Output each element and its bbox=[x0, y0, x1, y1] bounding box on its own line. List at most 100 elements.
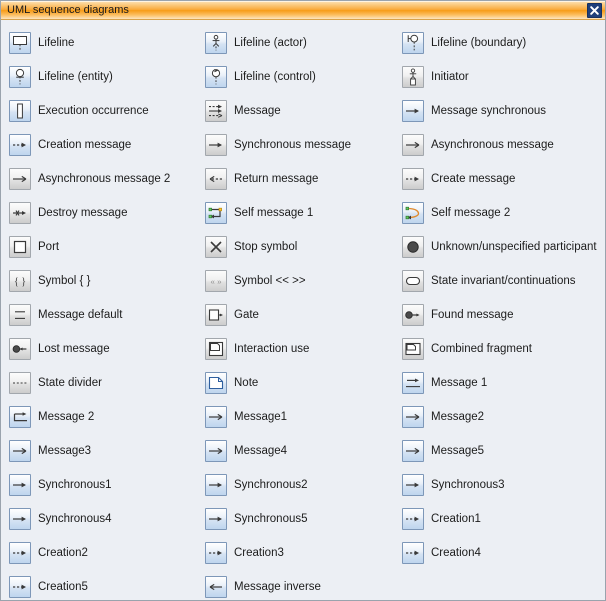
palette-item[interactable]: Execution occurrence bbox=[9, 94, 205, 128]
message-2-icon[interactable] bbox=[9, 406, 31, 428]
message2-icon[interactable] bbox=[402, 406, 424, 428]
palette-item[interactable]: Message4 bbox=[205, 434, 402, 468]
palette-item[interactable]: Message3 bbox=[9, 434, 205, 468]
palette-item[interactable]: { } Symbol { } bbox=[9, 264, 205, 298]
lifeline-control-icon[interactable] bbox=[205, 66, 227, 88]
palette-item[interactable]: Synchronous message bbox=[205, 128, 402, 162]
state-divider-icon[interactable] bbox=[9, 372, 31, 394]
palette-item[interactable]: Message bbox=[205, 94, 402, 128]
create-message-icon[interactable] bbox=[402, 168, 424, 190]
creation4-icon[interactable] bbox=[402, 542, 424, 564]
combined-fragment-icon[interactable] bbox=[402, 338, 424, 360]
palette-item[interactable]: Creation3 bbox=[205, 536, 402, 570]
close-icon[interactable] bbox=[587, 3, 602, 18]
palette-item[interactable]: Asynchronous message 2 bbox=[9, 162, 205, 196]
palette-item[interactable]: Creation1 bbox=[402, 502, 605, 536]
port-icon[interactable] bbox=[9, 236, 31, 258]
palette-item[interactable]: « » Symbol << >> bbox=[205, 264, 402, 298]
palette-item[interactable]: Found message bbox=[402, 298, 605, 332]
creation1-icon[interactable] bbox=[402, 508, 424, 530]
palette-item[interactable]: Lifeline (entity) bbox=[9, 60, 205, 94]
palette-item[interactable]: Synchronous3 bbox=[402, 468, 605, 502]
initiator-icon[interactable] bbox=[402, 66, 424, 88]
palette-item[interactable]: State invariant/continuations bbox=[402, 264, 605, 298]
palette-item[interactable]: Creation5 bbox=[9, 570, 205, 600]
palette-item[interactable]: Lifeline bbox=[9, 26, 205, 60]
creation3-icon[interactable] bbox=[205, 542, 227, 564]
execution-occurrence-icon[interactable] bbox=[9, 100, 31, 122]
creation5-icon[interactable] bbox=[9, 576, 31, 598]
palette-item[interactable]: Synchronous5 bbox=[205, 502, 402, 536]
palette-item[interactable]: Message5 bbox=[402, 434, 605, 468]
synchronous5-icon[interactable] bbox=[205, 508, 227, 530]
palette-item[interactable]: Initiator bbox=[402, 60, 605, 94]
palette-item[interactable]: Synchronous4 bbox=[9, 502, 205, 536]
palette-item[interactable]: Synchronous2 bbox=[205, 468, 402, 502]
palette-item[interactable]: Creation message bbox=[9, 128, 205, 162]
message-icon[interactable] bbox=[205, 100, 227, 122]
palette-item[interactable]: Note bbox=[205, 366, 402, 400]
creation2-icon[interactable] bbox=[9, 542, 31, 564]
destroy-message-icon[interactable] bbox=[9, 202, 31, 224]
palette-item[interactable]: Synchronous1 bbox=[9, 468, 205, 502]
palette-item[interactable]: Message2 bbox=[402, 400, 605, 434]
message-inverse-icon[interactable] bbox=[205, 576, 227, 598]
palette-item[interactable]: Self message 1 bbox=[205, 196, 402, 230]
synchronous-message-icon[interactable] bbox=[205, 134, 227, 156]
palette-item[interactable]: Creation4 bbox=[402, 536, 605, 570]
palette-item[interactable]: Message1 bbox=[205, 400, 402, 434]
palette-item[interactable]: Message 1 bbox=[402, 366, 605, 400]
palette-item[interactable]: Destroy message bbox=[9, 196, 205, 230]
self-message-2-icon[interactable] bbox=[402, 202, 424, 224]
lost-message-icon[interactable] bbox=[9, 338, 31, 360]
message3-icon[interactable] bbox=[9, 440, 31, 462]
palette-item[interactable]: State divider bbox=[9, 366, 205, 400]
palette-item[interactable]: Port bbox=[9, 230, 205, 264]
palette-item[interactable]: Message default bbox=[9, 298, 205, 332]
palette-item[interactable]: Stop symbol bbox=[205, 230, 402, 264]
synchronous4-icon[interactable] bbox=[9, 508, 31, 530]
state-invariant-icon[interactable] bbox=[402, 270, 424, 292]
synchronous1-icon[interactable] bbox=[9, 474, 31, 496]
message5-icon[interactable] bbox=[402, 440, 424, 462]
stop-symbol-icon[interactable] bbox=[205, 236, 227, 258]
lifeline-boundary-icon[interactable] bbox=[402, 32, 424, 54]
palette-item[interactable]: Unknown/unspecified participant bbox=[402, 230, 605, 264]
lifeline-entity-icon[interactable] bbox=[9, 66, 31, 88]
note-icon[interactable] bbox=[205, 372, 227, 394]
creation-message-icon[interactable] bbox=[9, 134, 31, 156]
palette-item[interactable]: Return message bbox=[205, 162, 402, 196]
palette-item[interactable]: Message synchronous bbox=[402, 94, 605, 128]
palette-item[interactable]: Interaction use bbox=[205, 332, 402, 366]
palette-item[interactable]: Lifeline (boundary) bbox=[402, 26, 605, 60]
lifeline-icon[interactable] bbox=[9, 32, 31, 54]
message-default-icon[interactable] bbox=[9, 304, 31, 326]
gate-icon[interactable] bbox=[205, 304, 227, 326]
synchronous2-icon[interactable] bbox=[205, 474, 227, 496]
palette-item[interactable]: Self message 2 bbox=[402, 196, 605, 230]
self-message-1-icon[interactable] bbox=[205, 202, 227, 224]
asynchronous-message-icon[interactable] bbox=[402, 134, 424, 156]
symbol-braces-icon[interactable]: { } bbox=[9, 270, 31, 292]
palette-item[interactable]: Combined fragment bbox=[402, 332, 605, 366]
message1-icon[interactable] bbox=[205, 406, 227, 428]
palette-item[interactable]: Create message bbox=[402, 162, 605, 196]
found-message-icon[interactable] bbox=[402, 304, 424, 326]
palette-item[interactable]: Gate bbox=[205, 298, 402, 332]
lifeline-actor-icon[interactable] bbox=[205, 32, 227, 54]
message-synchronous-icon[interactable] bbox=[402, 100, 424, 122]
palette-titlebar[interactable]: UML sequence diagrams bbox=[1, 1, 605, 20]
palette-item[interactable]: Lifeline (actor) bbox=[205, 26, 402, 60]
message-1-icon[interactable] bbox=[402, 372, 424, 394]
palette-item[interactable]: Lost message bbox=[9, 332, 205, 366]
unknown-participant-icon[interactable] bbox=[402, 236, 424, 258]
symbol-guillemets-icon[interactable]: « » bbox=[205, 270, 227, 292]
asynchronous-message-2-icon[interactable] bbox=[9, 168, 31, 190]
interaction-use-icon[interactable] bbox=[205, 338, 227, 360]
palette-item[interactable]: Message 2 bbox=[9, 400, 205, 434]
palette-item[interactable]: Message inverse bbox=[205, 570, 402, 600]
synchronous3-icon[interactable] bbox=[402, 474, 424, 496]
palette-item[interactable]: Asynchronous message bbox=[402, 128, 605, 162]
palette-item[interactable]: Lifeline (control) bbox=[205, 60, 402, 94]
palette-item[interactable]: Creation2 bbox=[9, 536, 205, 570]
